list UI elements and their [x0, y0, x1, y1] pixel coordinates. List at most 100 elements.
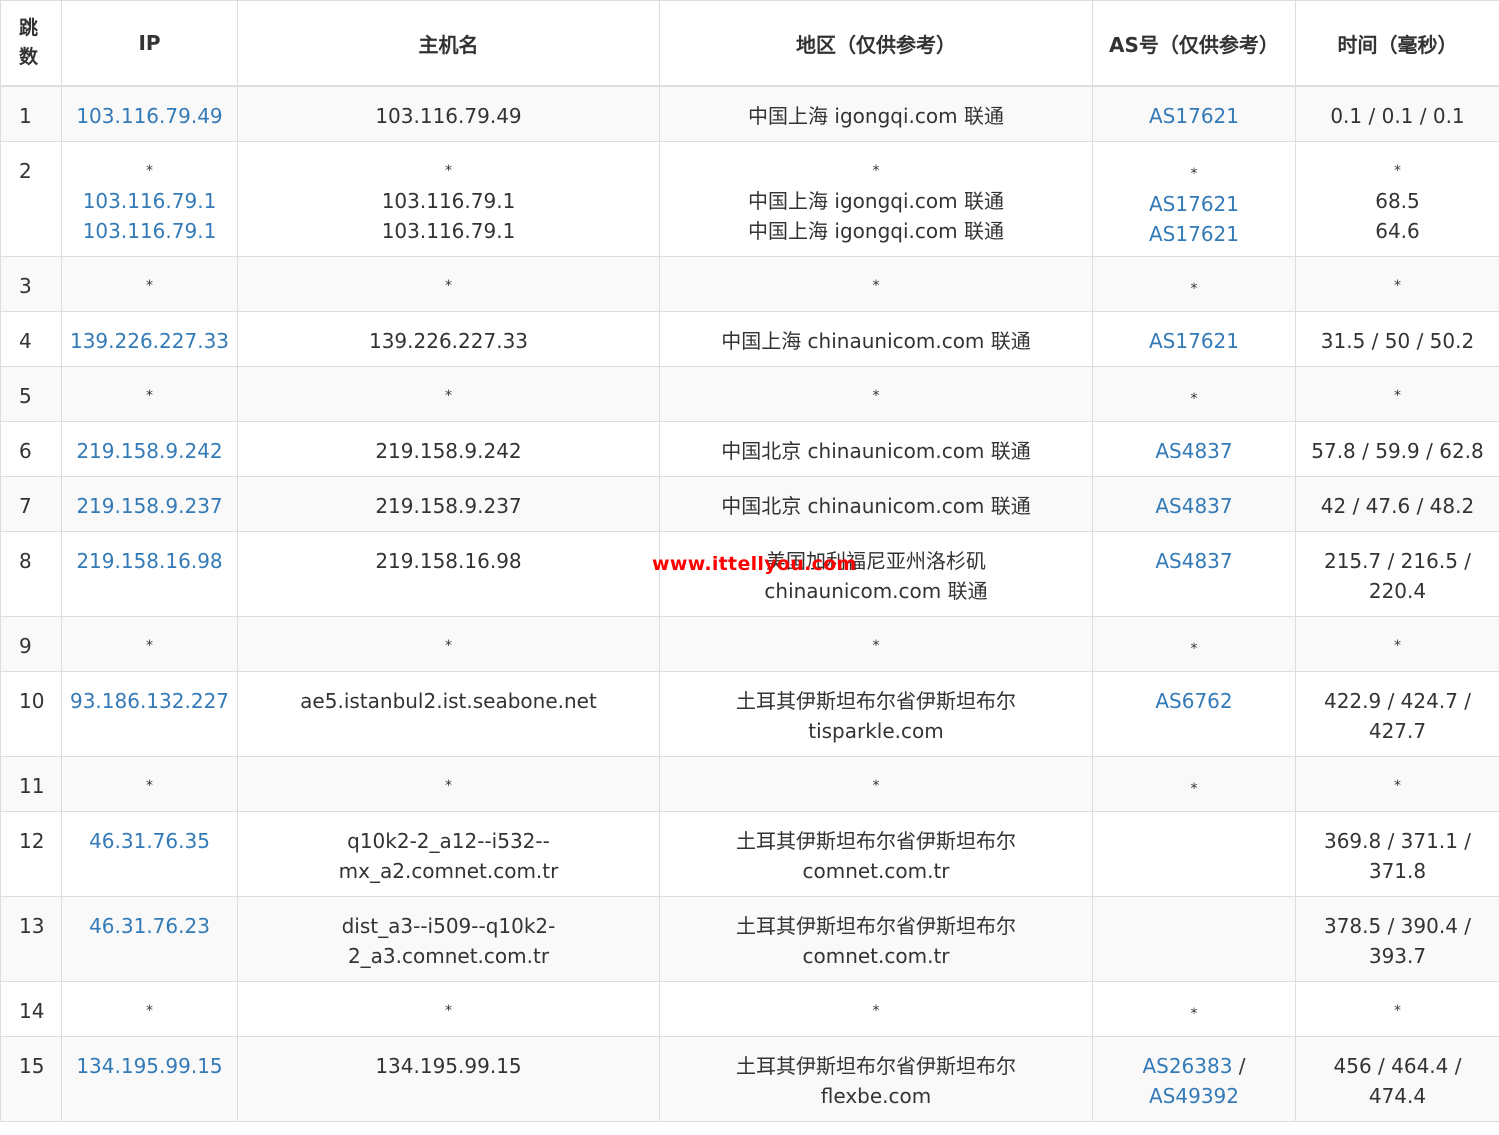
as-cell: *: [1092, 980, 1296, 1037]
hostname-cell-text: 219.158.9.242: [375, 438, 522, 463]
as-link[interactable]: AS17621: [1149, 192, 1239, 216]
header-ip: IP: [61, 0, 238, 87]
hop-cell: 2: [0, 140, 62, 257]
as-link[interactable]: AS4837: [1155, 549, 1232, 573]
ip-cell-link[interactable]: 219.158.16.98: [62, 546, 237, 576]
time-cell-text: *: [1394, 1002, 1401, 1019]
as-cell: *: [1092, 365, 1296, 422]
time-cell: 378.5 / 390.4 / 393.7: [1295, 895, 1499, 982]
region-cell: *: [659, 755, 1093, 812]
as-link[interactable]: AS17621: [1149, 329, 1239, 353]
region-cell-text: *: [872, 637, 880, 654]
hostname-cell-text: *: [445, 162, 452, 179]
hostname-cell: 139.226.227.33: [237, 310, 660, 367]
hop-cell: 4: [0, 310, 62, 367]
as-line: *: [1093, 156, 1295, 189]
header-hostname: 主机名: [237, 0, 660, 87]
as-cell: * AS17621 AS17621: [1092, 140, 1296, 257]
region-cell-text: comnet.com.tr: [802, 943, 950, 968]
table-row: 14 * * * * *: [0, 980, 1499, 1037]
as-cell: AS4837: [1092, 420, 1296, 477]
time-cell: *: [1295, 980, 1499, 1037]
region-cell: 中国上海 igongqi.com 联通: [659, 85, 1093, 142]
hop-cell: 8: [0, 530, 62, 617]
ip-cell-text: *: [146, 387, 153, 404]
ip-cell-link[interactable]: 103.116.79.49: [62, 101, 237, 131]
time-cell-text: 371.8: [1368, 858, 1427, 883]
as-cell: AS4837: [1092, 530, 1296, 617]
hostname-cell: 219.158.9.237: [237, 475, 660, 532]
hop-cell: 13: [0, 895, 62, 982]
time-cell-text: 456 / 464.4 /: [1333, 1053, 1462, 1078]
time-cell: 456 / 464.4 / 474.4: [1295, 1035, 1499, 1122]
hostname-cell: *: [237, 255, 660, 312]
time-cell-text: 378.5 / 390.4 /: [1323, 913, 1472, 938]
as-link[interactable]: AS26383: [1142, 1054, 1232, 1078]
region-cell: *: [659, 980, 1093, 1037]
time-cell-text: *: [1394, 777, 1401, 794]
region-cell: *: [659, 255, 1093, 312]
ip-cell-link[interactable]: 103.116.79.1: [62, 186, 237, 216]
ip-cell-link[interactable]: 219.158.9.237: [62, 491, 237, 521]
region-cell-text: comnet.com.tr: [802, 858, 950, 883]
as-text: *: [1190, 280, 1198, 297]
hostname-cell-text: *: [445, 777, 452, 794]
as-line: *: [1093, 381, 1295, 414]
as-line: AS49392: [1093, 1081, 1295, 1111]
as-line: *: [1093, 996, 1295, 1029]
as-link[interactable]: AS4837: [1155, 439, 1232, 463]
ip-cell-link[interactable]: 46.31.76.35: [62, 826, 237, 856]
table-header-row: 跳数 IP 主机名 地区（仅供参考） AS号（仅供参考） 时间（毫秒）: [0, 0, 1499, 87]
as-line: AS17621: [1093, 219, 1295, 249]
region-cell: 中国北京 chinaunicom.com 联通: [659, 420, 1093, 477]
time-cell: *: [1295, 255, 1499, 312]
hostname-cell: 219.158.16.98: [237, 530, 660, 617]
as-line: *: [1093, 771, 1295, 804]
hostname-cell: *: [237, 365, 660, 422]
hostname-cell-text: *: [445, 637, 452, 654]
ip-cell-link[interactable]: 93.186.132.227: [62, 686, 237, 716]
table-row: 1 103.116.79.49 103.116.79.49 中国上海 igongqi.…: [0, 85, 1499, 142]
time-cell: 0.1 / 0.1 / 0.1: [1295, 85, 1499, 142]
as-link[interactable]: AS17621: [1149, 222, 1239, 246]
as-cell: AS6762: [1092, 670, 1296, 757]
as-line: AS17621: [1093, 326, 1295, 356]
ip-cell: 46.31.76.23: [61, 895, 238, 982]
ip-cell-link[interactable]: 134.195.99.15: [62, 1051, 237, 1081]
ip-cell-link[interactable]: 46.31.76.23: [62, 911, 237, 941]
as-link[interactable]: AS17621: [1149, 104, 1239, 128]
ip-cell: *: [61, 365, 238, 422]
time-cell-text: 474.4: [1368, 1083, 1427, 1108]
time-cell: 369.8 / 371.1 / 371.8: [1295, 810, 1499, 897]
hostname-cell-text: *: [445, 1002, 452, 1019]
ip-cell-link[interactable]: 139.226.227.33: [62, 326, 237, 356]
hostname-cell-text: dist_a3--i509--q10k2-: [341, 913, 556, 938]
as-cell: AS26383 / AS49392: [1092, 1035, 1296, 1122]
hostname-cell: * 103.116.79.1 103.116.79.1: [237, 140, 660, 257]
hostname-cell-text: 219.158.9.237: [375, 493, 522, 518]
time-cell: * 68.5 64.6: [1295, 140, 1499, 257]
as-line: AS4837: [1093, 546, 1295, 576]
hop-cell: 14: [0, 980, 62, 1037]
ip-cell-link[interactable]: 219.158.9.242: [62, 436, 237, 466]
as-link[interactable]: AS6762: [1155, 689, 1232, 713]
region-cell-text: 中国上海 igongqi.com 联通: [748, 104, 1004, 128]
ip-cell-link[interactable]: 103.116.79.1: [62, 216, 237, 246]
table-row: 10 93.186.132.227 ae5.istanbul2.ist.seabon…: [0, 670, 1499, 757]
hop-cell: 3: [0, 255, 62, 312]
table-row: 3 * * * * *: [0, 255, 1499, 312]
region-cell-text: 中国上海 igongqi.com 联通: [748, 188, 1004, 213]
hostname-cell-text: *: [445, 387, 452, 404]
as-link[interactable]: AS49392: [1149, 1084, 1239, 1108]
as-cell: AS4837: [1092, 475, 1296, 532]
time-cell-text: 220.4: [1368, 578, 1427, 603]
ip-cell: 46.31.76.35: [61, 810, 238, 897]
as-cell: *: [1092, 255, 1296, 312]
table-row: 15 134.195.99.15 134.195.99.15 土耳其伊斯坦布尔省伊斯坦…: [0, 1035, 1499, 1122]
as-text: *: [1190, 780, 1198, 797]
hostname-cell-text: 139.226.227.33: [368, 328, 529, 353]
as-link[interactable]: AS4837: [1155, 494, 1232, 518]
hostname-cell-text: 103.116.79.1: [381, 218, 516, 243]
ip-cell-text: *: [146, 1002, 153, 1019]
region-cell-text: 中国上海 chinaunicom.com 联通: [721, 328, 1031, 353]
